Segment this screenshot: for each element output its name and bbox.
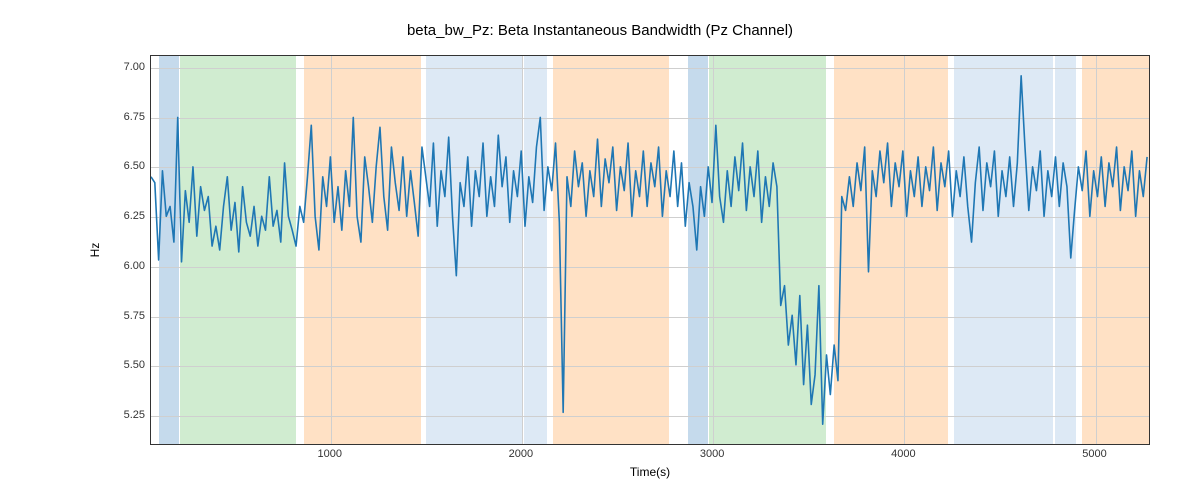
y-tick-label: 6.00 (105, 260, 145, 272)
x-axis-label: Time(s) (150, 465, 1150, 479)
plot-area (150, 55, 1150, 445)
y-tick-label: 5.25 (105, 409, 145, 421)
y-tick-label: 7.00 (105, 61, 145, 73)
y-tick-label: 5.75 (105, 310, 145, 322)
x-tick-label: 1000 (317, 448, 341, 460)
y-tick-label: 6.75 (105, 111, 145, 123)
chart-title: beta_bw_Pz: Beta Instantaneous Bandwidth… (0, 22, 1200, 39)
chart-container: beta_bw_Pz: Beta Instantaneous Bandwidth… (0, 0, 1200, 500)
y-tick-label: 6.50 (105, 160, 145, 172)
x-tick-label: 3000 (700, 448, 724, 460)
x-tick-label: 4000 (891, 448, 915, 460)
x-tick-label: 2000 (509, 448, 533, 460)
data-line (151, 56, 1149, 444)
y-tick-label: 5.50 (105, 359, 145, 371)
y-tick-label: 6.25 (105, 210, 145, 222)
y-axis-label: Hz (88, 243, 102, 258)
x-tick-label: 5000 (1082, 448, 1106, 460)
